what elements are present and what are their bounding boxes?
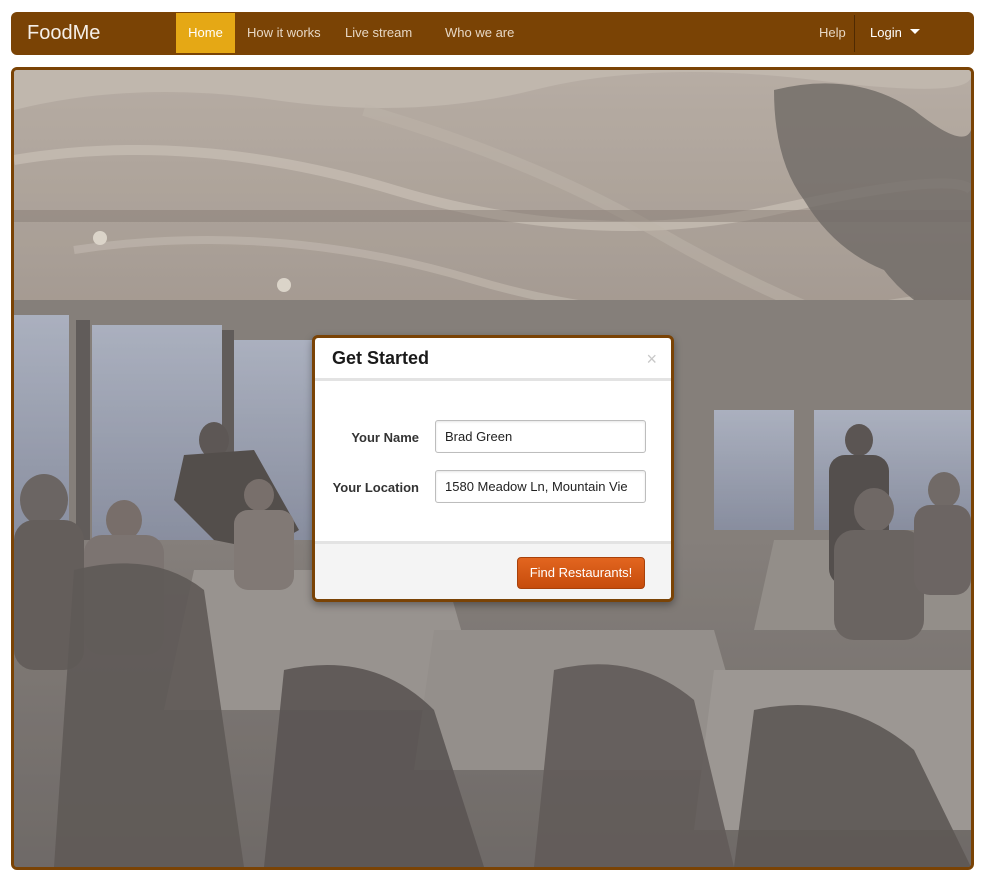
name-label: Your Name: [351, 430, 419, 445]
brand-logo[interactable]: FoodMe: [27, 12, 100, 55]
nav-item-who-we-are[interactable]: Who we are: [445, 13, 514, 53]
modal-footer: Find Restaurants!: [315, 541, 671, 599]
location-input[interactable]: [435, 470, 646, 503]
find-restaurants-button[interactable]: Find Restaurants!: [517, 557, 645, 589]
modal-body: Your Name Your Location: [315, 381, 671, 541]
nav-item-how-it-works[interactable]: How it works: [247, 13, 321, 53]
get-started-modal: Get Started × Your Name Your Location Fi…: [312, 335, 674, 602]
nav-item-help[interactable]: Help: [819, 13, 846, 53]
login-label: Login: [870, 25, 902, 40]
nav-item-home[interactable]: Home: [176, 13, 235, 53]
nav-divider: [854, 15, 855, 52]
modal-title: Get Started: [332, 348, 430, 368]
top-navbar: FoodMe Home How it works Live stream Who…: [11, 12, 974, 55]
login-dropdown[interactable]: Login: [870, 13, 920, 53]
caret-down-icon: [909, 29, 920, 35]
name-input[interactable]: [435, 420, 646, 453]
location-label: Your Location: [332, 480, 419, 495]
close-icon[interactable]: ×: [646, 348, 657, 370]
nav-item-live-stream[interactable]: Live stream: [345, 13, 412, 53]
modal-header: Get Started ×: [315, 338, 671, 381]
